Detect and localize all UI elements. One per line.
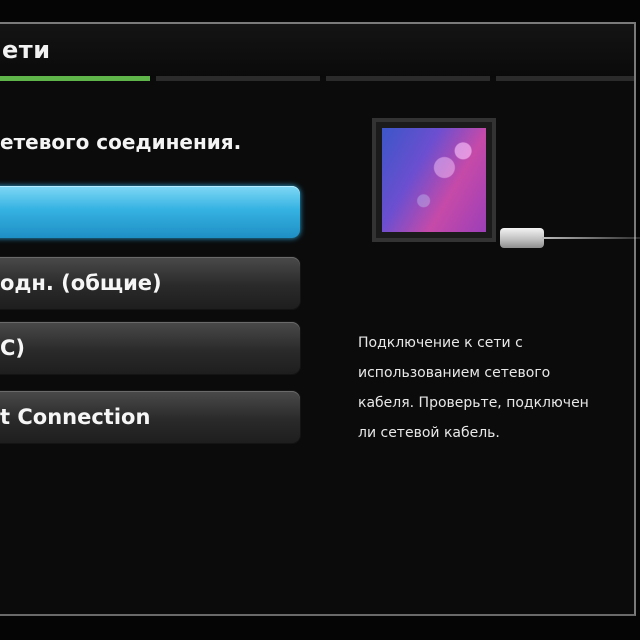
connection-type-prompt: етевого соединения.: [0, 130, 242, 154]
tv-with-network-cable-icon: [372, 118, 640, 268]
tv-screen: [382, 128, 486, 232]
step-indicator-3: [326, 76, 490, 81]
description-line-4: ли сетевой кабель.: [358, 425, 500, 441]
network-cable: [542, 237, 640, 239]
option-plug-and-access-label: t Connection: [0, 405, 151, 429]
step-progress: [0, 76, 634, 82]
page-title: ети: [2, 36, 51, 64]
option-description: Подключение к сети с использованием сете…: [358, 328, 628, 448]
step-indicator-4: [496, 76, 634, 81]
step-indicator-2: [156, 76, 320, 81]
description-line-2: использованием сетевого: [358, 365, 551, 381]
description-line-3: кабеля. Проверьте, подключен: [358, 395, 589, 411]
option-wps[interactable]: C): [0, 322, 300, 374]
option-cable[interactable]: [0, 186, 300, 238]
tv-illustration: [372, 118, 496, 242]
window-header: ети: [0, 24, 634, 81]
option-wireless-general-label: одн. (общие): [0, 271, 162, 295]
option-wireless-general[interactable]: одн. (общие): [0, 257, 300, 309]
option-plug-and-access[interactable]: t Connection: [0, 391, 300, 443]
description-line-1: Подключение к сети с: [358, 335, 523, 351]
ethernet-connector-icon: [500, 228, 544, 248]
option-wps-label: C): [0, 336, 26, 360]
network-setup-window: ети етевого соединения. одн. (общие) C) …: [0, 22, 636, 616]
step-indicator-1: [0, 76, 150, 81]
